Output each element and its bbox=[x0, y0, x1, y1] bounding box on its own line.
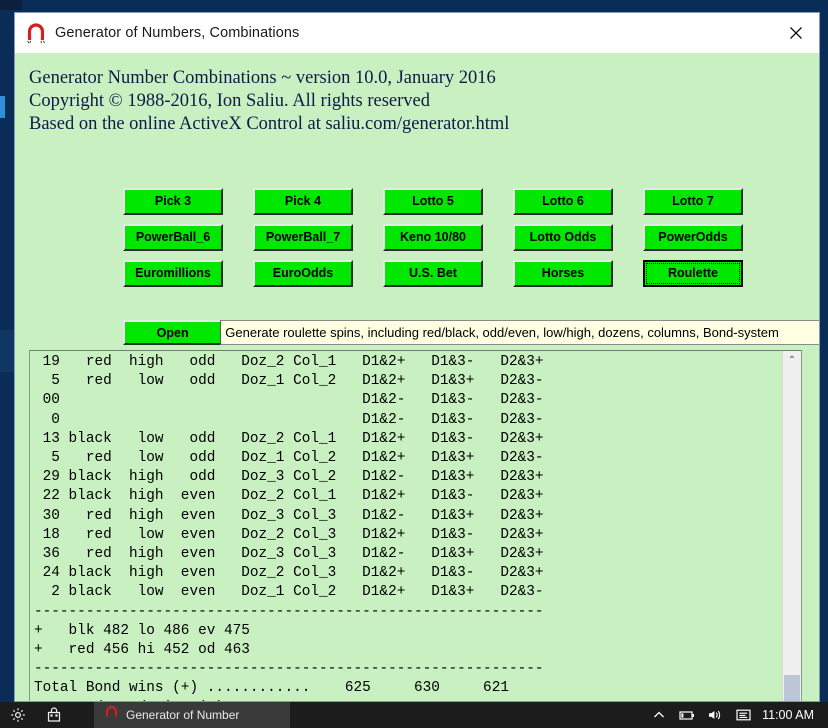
vertical-scrollbar[interactable]: ⌃ ⌄ bbox=[782, 351, 801, 701]
open-row: Open Generate roulette spins, including … bbox=[123, 320, 819, 345]
volume-icon[interactable] bbox=[702, 702, 728, 728]
taskbar-item-label: Generator of Number bbox=[126, 708, 240, 722]
vertical-scrollbar-thumb[interactable] bbox=[784, 675, 800, 701]
window-client-area: Generator Number Combinations ~ version … bbox=[15, 53, 819, 701]
roulette-button[interactable]: Roulette bbox=[643, 260, 743, 287]
output-text-area[interactable]: 19 red high odd Doz_2 Col_1 D1&2+ D1&3- … bbox=[30, 351, 782, 701]
system-tray: 11:00 AM bbox=[646, 702, 828, 728]
taskbar-clock[interactable]: 11:00 AM bbox=[758, 708, 822, 722]
desktop-highlight bbox=[0, 96, 5, 118]
title-bar: Generator of Numbers, Combinations bbox=[15, 13, 819, 53]
euroodds-button[interactable]: EuroOdds bbox=[253, 260, 353, 287]
settings-gear-icon[interactable] bbox=[0, 702, 36, 728]
application-window: Generator of Numbers, Combinations Gener… bbox=[14, 12, 820, 702]
lotto-5-button[interactable]: Lotto 5 bbox=[383, 188, 483, 215]
output-text-content: 19 red high odd Doz_2 Col_1 D1&2+ D1&3- … bbox=[34, 354, 544, 701]
game-button-row: PowerBall_6 PowerBall_7 Keno 10/80 Lotto Od… bbox=[123, 224, 813, 251]
header-line-copyright: Copyright © 1988-2016, Ion Saliu. All ri… bbox=[29, 91, 430, 111]
euromillions-button[interactable]: Euromillions bbox=[123, 260, 223, 287]
close-button[interactable] bbox=[772, 13, 819, 53]
lotto-6-button[interactable]: Lotto 6 bbox=[513, 188, 613, 215]
scroll-up-icon[interactable]: ⌃ bbox=[783, 351, 801, 369]
close-icon bbox=[789, 27, 802, 39]
us-bet-button[interactable]: U.S. Bet bbox=[383, 260, 483, 287]
window-title: Generator of Numbers, Combinations bbox=[55, 25, 300, 41]
taskbar-item-generator[interactable]: Generator of Number bbox=[94, 702, 290, 728]
game-button-grid: Pick 3 Pick 4 Lotto 5 Lotto 6 Lotto 7 PowerBa… bbox=[123, 188, 813, 296]
pick-3-button[interactable]: Pick 3 bbox=[123, 188, 223, 215]
powerball-6-button[interactable]: PowerBall_6 bbox=[123, 224, 223, 251]
powerball-7-button[interactable]: PowerBall_7 bbox=[253, 224, 353, 251]
keno-10-80-button[interactable]: Keno 10/80 bbox=[383, 224, 483, 251]
lotto-7-button[interactable]: Lotto 7 bbox=[643, 188, 743, 215]
action-center-icon[interactable] bbox=[730, 702, 756, 728]
tooltip: Generate roulette spins, including red/b… bbox=[220, 320, 819, 345]
taskbar: Generator of Number 11:00 AM bbox=[0, 702, 828, 728]
header-block: Generator Number Combinations ~ version … bbox=[15, 53, 819, 136]
open-button[interactable]: Open bbox=[123, 320, 223, 345]
powerodds-button[interactable]: PowerOdds bbox=[643, 224, 743, 251]
horseshoe-magnet-icon bbox=[25, 22, 47, 44]
game-button-row: Pick 3 Pick 4 Lotto 5 Lotto 6 Lotto 7 bbox=[123, 188, 813, 215]
pick-4-button[interactable]: Pick 4 bbox=[253, 188, 353, 215]
game-button-row: Euromillions EuroOdds U.S. Bet Horses Roulet… bbox=[123, 260, 813, 287]
store-bag-icon[interactable] bbox=[36, 702, 72, 728]
header-line-version: Generator Number Combinations ~ version … bbox=[29, 68, 496, 88]
lotto-odds-button[interactable]: Lotto Odds bbox=[513, 224, 613, 251]
desktop-band bbox=[0, 0, 22, 10]
header-line-source: Based on the online ActiveX Control at s… bbox=[29, 114, 510, 134]
battery-icon[interactable] bbox=[674, 702, 700, 728]
show-hidden-icons-chevron-icon[interactable] bbox=[646, 702, 672, 728]
horseshoe-magnet-icon bbox=[104, 705, 119, 725]
horses-button[interactable]: Horses bbox=[513, 260, 613, 287]
output-panel: 19 red high odd Doz_2 Col_1 D1&2+ D1&3- … bbox=[29, 350, 802, 701]
